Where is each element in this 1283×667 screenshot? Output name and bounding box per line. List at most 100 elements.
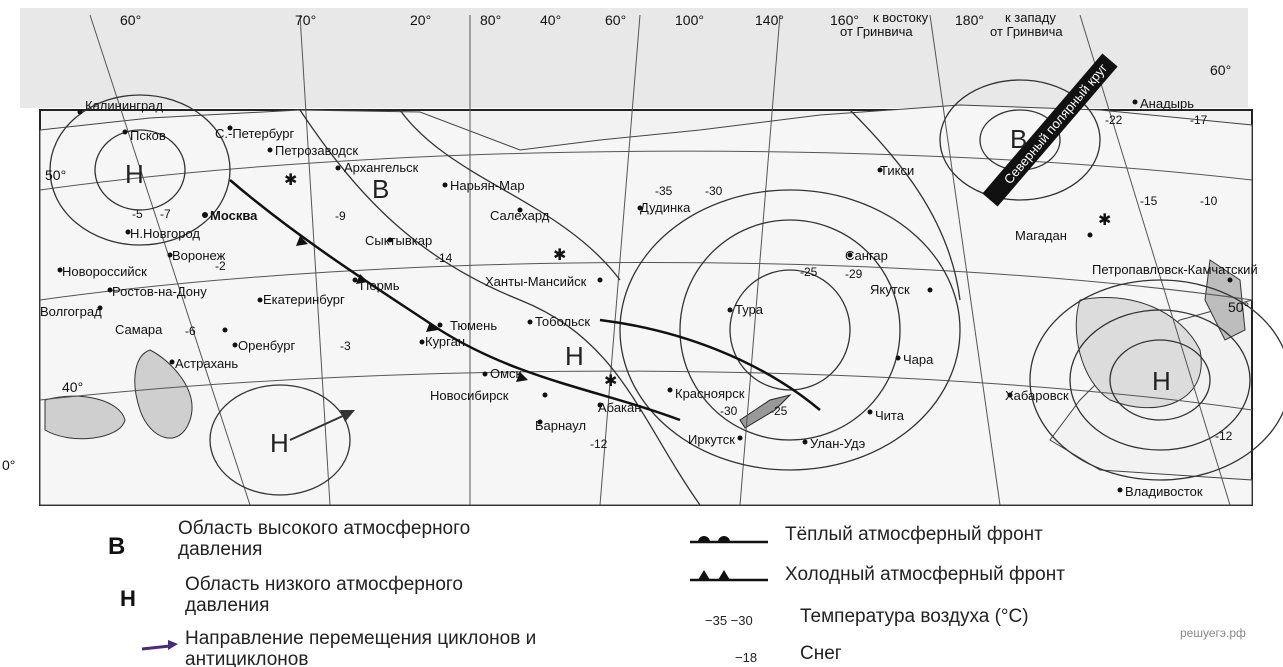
temperature-label: -15 xyxy=(1140,194,1158,208)
temperature-label: -14 xyxy=(435,251,453,265)
east-note-line2: от Гринвича xyxy=(840,24,913,39)
temperature-label: -30 xyxy=(720,404,738,418)
city-label: Ханты-Мансийск xyxy=(485,274,587,289)
city-label: Тура xyxy=(735,302,764,317)
city-label: Магадан xyxy=(1015,228,1067,243)
degree-label: 60° xyxy=(120,12,141,28)
city-label: Улан-Удэ xyxy=(810,436,866,451)
city-label: Барнаул xyxy=(535,418,586,433)
svg-text:✱: ✱ xyxy=(1098,212,1111,229)
degree-label: 40° xyxy=(62,379,83,395)
temperature-label: -35 xyxy=(655,184,673,198)
high-pressure-center: В xyxy=(1010,124,1027,154)
temperature-label: -2 xyxy=(215,259,226,273)
city-label: Псков xyxy=(130,128,166,143)
degree-label: 0° xyxy=(2,457,15,473)
temperature-label: -25 xyxy=(800,265,818,279)
temperature-label: -12 xyxy=(590,437,608,451)
warm-front-text: Тёплый атмосферный фронт xyxy=(785,524,1043,545)
low-pressure-center: Н xyxy=(1152,366,1171,396)
city-label: Москва xyxy=(210,208,258,223)
svg-text:✱: ✱ xyxy=(604,373,617,390)
city-label: Калининград xyxy=(85,98,163,113)
degree-label: 60° xyxy=(1210,62,1231,78)
high-pressure-text: Область высокого атмосферного давления xyxy=(178,518,471,560)
city-label: Чита xyxy=(875,408,905,423)
city-label: Н.Новгород xyxy=(130,226,200,241)
direction-arrow-sample xyxy=(141,640,178,651)
temperature-label: -30 xyxy=(705,184,723,198)
temperature-label: -22 xyxy=(1105,113,1123,127)
city-label: Петрозаводск xyxy=(275,143,358,158)
city-label: Сангар xyxy=(845,248,888,263)
degree-label: 50° xyxy=(45,167,66,183)
city-label: Якутск xyxy=(870,282,910,297)
high-pressure-center: В xyxy=(372,174,389,204)
city-label: Абакан xyxy=(598,400,641,415)
west-note-line1: к западу xyxy=(1005,10,1056,25)
temperature-label: -29 xyxy=(845,267,863,281)
city-label: Екатеринбург xyxy=(263,292,345,307)
temperature-label: -17 xyxy=(1190,113,1208,127)
synoptic-map: Северный полярный круг 60° 70° 20° 80° 4… xyxy=(0,0,1283,510)
high-pressure-symbol: В xyxy=(108,533,126,560)
temperature-text: Температура воздуха (°С) xyxy=(800,606,1029,627)
city-label: Дудинка xyxy=(640,200,691,215)
degree-label: 140° xyxy=(755,12,784,28)
city-label: Красноярск xyxy=(675,386,745,401)
city-label: Петропавловск-Камчатский xyxy=(1092,262,1258,277)
temperature-label: -12 xyxy=(1215,429,1233,443)
synoptic-map-figure: Северный полярный круг 60° 70° 20° 80° 4… xyxy=(0,0,1283,667)
city-label: Астрахань xyxy=(175,356,238,371)
degree-label: 80° xyxy=(480,12,501,28)
city-label: Курган xyxy=(425,334,465,349)
city-label: Салехард xyxy=(490,208,550,223)
city-label: Ростов-на-Дону xyxy=(112,284,207,299)
direction-text: Направление перемещения циклонов и антиц… xyxy=(185,628,537,667)
low-pressure-text: Область низкого атмосферного давления xyxy=(185,574,463,616)
degree-label: 180° xyxy=(955,12,984,28)
city-label: Хабаровск xyxy=(1005,388,1069,403)
west-note-line2: от Гринвича xyxy=(990,24,1063,39)
city-label: Анадырь xyxy=(1140,96,1194,111)
city-label: Иркутск xyxy=(688,432,735,447)
temperature-label: -7 xyxy=(160,207,171,221)
temperature-label: -10 xyxy=(1200,194,1218,208)
temperature-label: -6 xyxy=(185,324,196,338)
degree-label: 50° xyxy=(1228,299,1249,315)
degree-label: 100° xyxy=(675,12,704,28)
city-label: Владивосток xyxy=(1125,484,1203,499)
svg-text:✱: ✱ xyxy=(553,247,566,264)
city-label: Тобольск xyxy=(535,314,590,329)
temperature-sample: −35 −30 xyxy=(705,613,753,628)
east-note-line1: к востоку xyxy=(873,10,929,25)
city-label: Сыктывкар xyxy=(365,233,432,248)
low-pressure-center: Н xyxy=(565,341,584,371)
city-label: Тюмень xyxy=(450,318,497,333)
cold-front-text: Холодный атмосферный фронт xyxy=(785,564,1065,585)
svg-text:✱: ✱ xyxy=(284,172,297,189)
city-label: Новосибирск xyxy=(430,388,509,403)
city-label: С.-Петербург xyxy=(215,126,294,141)
low-pressure-center: Н xyxy=(125,159,144,189)
city-label: Новороссийск xyxy=(62,264,147,279)
degree-label: 20° xyxy=(410,12,431,28)
city-label: Пермь xyxy=(360,278,400,293)
city-label: Волгоград xyxy=(40,304,102,319)
warm-front-symbol xyxy=(690,536,768,544)
low-pressure-center: Н xyxy=(270,428,289,458)
temperature-label: -5 xyxy=(132,207,143,221)
city-label: Чара xyxy=(903,352,934,367)
temperature-label: -3 xyxy=(340,339,351,353)
degree-label: 70° xyxy=(295,12,316,28)
map-legend: В Область высокого атмосферного давления… xyxy=(0,508,1283,667)
cold-front-symbol xyxy=(690,570,768,582)
city-label: Омск xyxy=(490,366,522,381)
city-label: Тикси xyxy=(880,163,914,178)
snow-sample: −18 xyxy=(735,650,758,665)
degree-label: 60° xyxy=(605,12,626,28)
temperature-label: -25 xyxy=(770,404,788,418)
degree-label: 40° xyxy=(540,12,561,28)
city-label: Самара xyxy=(115,322,163,337)
city-label: Нарьян-Мар xyxy=(450,178,525,193)
